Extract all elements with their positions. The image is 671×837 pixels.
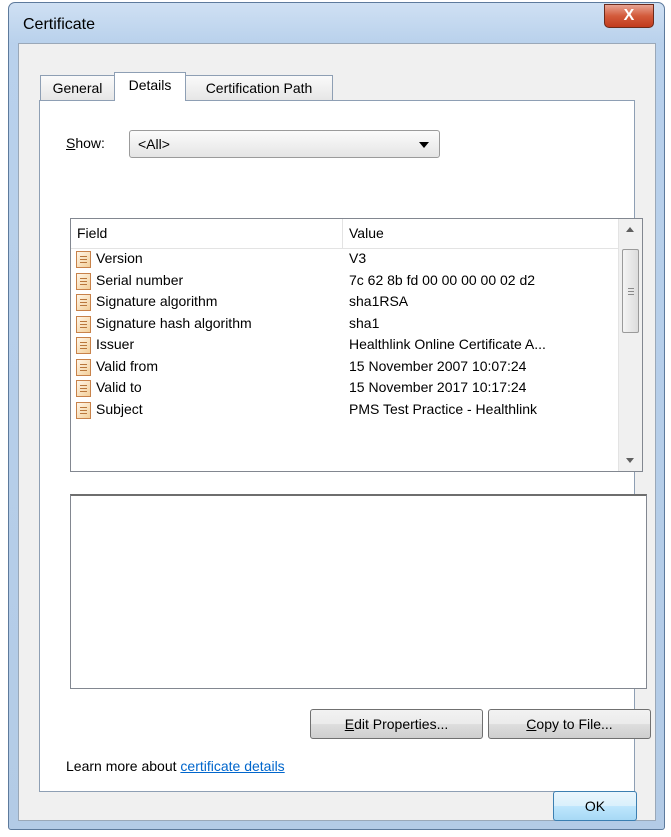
copy-to-file-button[interactable]: Copy to File... <box>488 709 651 739</box>
list-rows: Version V3 Serial number 7c 62 8b fd 00 00 … <box>71 249 619 421</box>
certificate-field-icon <box>76 380 91 397</box>
list-header: Field Value <box>71 219 619 249</box>
list-item[interactable]: Version V3 <box>71 249 619 271</box>
edit-mnemonic: E <box>344 716 355 732</box>
tab-certification-path[interactable]: Certification Path <box>185 75 333 100</box>
ok-button[interactable]: OK <box>553 791 637 821</box>
show-mnemonic: S <box>66 135 76 151</box>
grip-icon <box>628 288 634 289</box>
field-value: 15 November 2007 10:07:24 <box>349 357 527 374</box>
field-name: Version <box>96 250 143 266</box>
field-value: 15 November 2017 10:17:24 <box>349 379 527 395</box>
field-name: Valid from <box>96 357 158 374</box>
column-header-value[interactable]: Value <box>343 219 619 248</box>
chevron-down-icon <box>419 142 429 148</box>
certificate-field-icon <box>76 272 91 290</box>
window-title: Certificate <box>23 16 96 33</box>
field-value: Healthlink Online Certificate A... <box>349 336 546 352</box>
list-item[interactable]: Subject PMS Test Practice - Healthlink <box>71 400 619 422</box>
show-dropdown[interactable]: <All> <box>129 130 440 158</box>
certificate-field-icon <box>76 401 91 419</box>
certificate-details-link[interactable]: certificate details <box>180 758 284 774</box>
field-name: Serial number <box>96 271 184 288</box>
certificate-dialog: Certificate X General Details Certificat… <box>8 2 665 830</box>
tab-details-label: Details <box>128 77 172 93</box>
certificate-fields-list[interactable]: Field Value Version V3 Serial number 7c 62 … <box>70 218 643 472</box>
list-item[interactable]: Serial number 7c 62 8b fd 00 00 00 00 02 … <box>71 271 619 293</box>
list-item[interactable]: Valid from 15 November 2007 10:07:24 <box>71 357 619 379</box>
column-header-field[interactable]: Field <box>71 219 343 248</box>
dialog-client-area: General Details Certification Path Show:… <box>18 43 656 821</box>
show-label-rest: how: <box>75 135 105 151</box>
close-icon: X <box>623 7 635 24</box>
ok-label: OK <box>584 798 606 814</box>
copy-label: opy to File... <box>536 716 613 732</box>
tab-general-label: General <box>52 80 103 96</box>
field-value: PMS Test Practice - Healthlink <box>349 400 538 417</box>
edit-properties-button[interactable]: Edit Properties... <box>310 709 483 739</box>
tab-certification-path-label: Certification Path <box>205 80 313 96</box>
field-name: Issuer <box>96 336 135 352</box>
learn-more-text: Learn more about certificate details <box>66 758 285 774</box>
copy-mnemonic: C <box>526 716 537 732</box>
field-name: Signature algorithm <box>96 293 218 309</box>
certificate-field-icon <box>76 337 91 354</box>
list-item[interactable]: Valid to 15 November 2017 10:17:24 <box>71 378 619 400</box>
list-item[interactable]: Signature algorithm sha1RSA <box>71 292 619 314</box>
field-value: sha1RSA <box>349 293 409 309</box>
certificate-field-icon <box>76 315 91 333</box>
certificate-field-icon <box>76 358 91 376</box>
edit-label: dit Properties... <box>354 716 449 732</box>
tab-general[interactable]: General <box>40 75 115 100</box>
field-name: Valid to <box>96 379 142 395</box>
certificate-field-icon <box>76 294 91 311</box>
field-value: V3 <box>349 250 367 266</box>
title-bar[interactable]: Certificate X <box>9 3 664 45</box>
field-value: sha1 <box>349 314 380 331</box>
vertical-scrollbar[interactable] <box>618 219 642 471</box>
tab-details[interactable]: Details <box>114 72 186 101</box>
field-name: Subject <box>96 400 143 417</box>
field-value: 7c 62 8b fd 00 00 00 00 02 d2 <box>349 271 536 288</box>
show-selected-value: <All> <box>138 136 170 152</box>
scroll-down-arrow-icon[interactable] <box>619 449 642 471</box>
certificate-field-icon <box>76 251 91 268</box>
list-item[interactable]: Signature hash algorithm sha1 <box>71 314 619 336</box>
field-detail-textbox[interactable] <box>70 494 647 689</box>
details-tab-panel: Show: <All> Field Value Version V3 Serial … <box>39 100 651 792</box>
show-label: Show: <box>66 135 105 151</box>
close-button[interactable]: X <box>604 4 654 28</box>
list-item[interactable]: Issuer Healthlink Online Certificate A... <box>71 335 619 357</box>
scroll-thumb[interactable] <box>622 249 639 333</box>
learn-more-prefix: Learn more about <box>66 758 181 774</box>
field-name: Signature hash algorithm <box>96 314 252 331</box>
scroll-up-arrow-icon[interactable] <box>619 219 642 241</box>
